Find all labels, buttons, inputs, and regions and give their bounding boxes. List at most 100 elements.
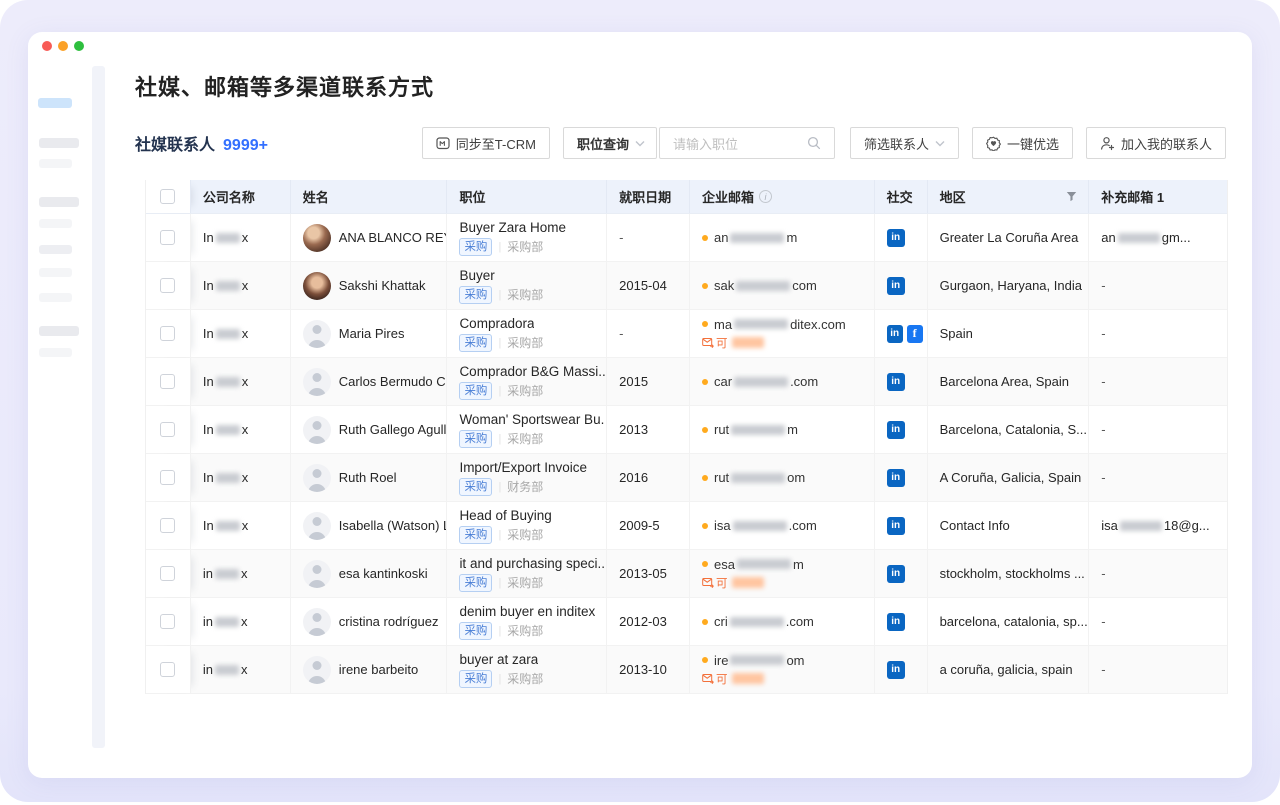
contacts-count-group: 社媒联系人 9999+ — [135, 131, 268, 155]
row-checkbox[interactable] — [160, 374, 175, 389]
social-cell: in — [875, 214, 928, 261]
contact-name: Ruth Roel — [339, 470, 397, 485]
position-cell: Compradora采购|采购部 — [447, 310, 607, 357]
redacted-text — [732, 673, 764, 684]
department-label: 采购部 — [507, 622, 543, 639]
add-to-my-contacts-button[interactable]: 加入我的联系人 — [1086, 127, 1226, 159]
extra-email-cell: - — [1089, 646, 1227, 693]
department-label: 采购部 — [507, 334, 543, 351]
maximize-window-icon[interactable] — [74, 41, 84, 51]
window-controls — [42, 41, 84, 51]
linkedin-icon[interactable]: in — [887, 229, 905, 247]
redacted-text — [731, 473, 785, 483]
email-status-dot — [702, 427, 708, 433]
contact-name: cristina rodríguez — [339, 614, 439, 629]
row-checkbox[interactable] — [160, 518, 175, 533]
company-cell: Inx — [191, 454, 291, 501]
redacted-text — [215, 569, 239, 579]
company-cell: Inx — [191, 502, 291, 549]
email-cell: esam可 — [690, 550, 875, 597]
linkedin-icon[interactable]: in — [887, 469, 905, 487]
email-cell: car.com — [690, 358, 875, 405]
table-row: inxcristina rodríguezdenim buyer en indi… — [146, 598, 1227, 646]
chevron-down-icon — [935, 140, 945, 147]
mail-send-icon — [702, 673, 714, 684]
position-cell: Woman' Sportswear Bu...采购|采购部 — [447, 406, 607, 453]
linkedin-icon[interactable]: in — [887, 277, 905, 295]
redacted-text — [1118, 233, 1160, 243]
sidebar-skeleton-bar — [39, 159, 72, 168]
avatar — [303, 368, 331, 396]
row-checkbox[interactable] — [160, 422, 175, 437]
filter-contacts-label: 筛选联系人 — [864, 134, 929, 153]
tag-separator: | — [498, 673, 501, 685]
social-cell: in — [875, 646, 928, 693]
sidebar-skeleton-bar — [39, 326, 79, 336]
select-all-checkbox[interactable] — [160, 189, 175, 204]
sync-crm-button[interactable]: 同步至T-CRM — [422, 127, 550, 159]
company-name: Inx — [203, 326, 248, 341]
minimize-window-icon[interactable] — [58, 41, 68, 51]
filter-contacts-button[interactable]: 筛选联系人 — [850, 127, 959, 159]
company-name: Inx — [203, 374, 248, 389]
linkedin-icon[interactable]: in — [887, 661, 905, 679]
email-status-dot — [702, 283, 708, 289]
social-cell: in — [875, 454, 928, 501]
table-row: InxRuth Gallego AgullóWoman' Sportswear … — [146, 406, 1227, 454]
filter-funnel-icon[interactable] — [1065, 190, 1078, 206]
sync-crm-label: 同步至T-CRM — [456, 134, 536, 153]
linkedin-icon[interactable]: in — [887, 565, 905, 583]
avatar — [303, 416, 331, 444]
select-all-cell — [146, 180, 191, 213]
category-tag: 采购 — [459, 526, 492, 544]
row-checkbox[interactable] — [160, 662, 175, 677]
header-position: 职位 — [447, 180, 607, 213]
company-cell: inx — [191, 550, 291, 597]
extra-email-cell: - — [1089, 550, 1227, 597]
redacted-text — [732, 337, 764, 348]
header-start-date: 就职日期 — [607, 180, 690, 213]
department-label: 财务部 — [507, 478, 543, 495]
position-title: it and purchasing speci... — [459, 556, 605, 571]
company-name: Inx — [203, 230, 248, 245]
position-search-input[interactable]: 请输入职位 — [659, 127, 835, 159]
department-label: 采购部 — [507, 286, 543, 303]
redacted-text — [216, 425, 240, 435]
info-icon[interactable]: i — [759, 190, 772, 203]
position-cell: buyer at zara采购|采购部 — [447, 646, 607, 693]
linkedin-icon[interactable]: in — [887, 325, 903, 343]
row-checkbox-cell — [146, 502, 191, 549]
redacted-text — [215, 665, 239, 675]
row-checkbox[interactable] — [160, 278, 175, 293]
email-cell: rutom — [690, 454, 875, 501]
linkedin-icon[interactable]: in — [887, 421, 905, 439]
social-cell: in — [875, 406, 928, 453]
linkedin-icon[interactable]: in — [887, 517, 905, 535]
linkedin-icon[interactable]: in — [887, 373, 905, 391]
tag-separator: | — [498, 337, 501, 349]
row-checkbox[interactable] — [160, 230, 175, 245]
row-checkbox[interactable] — [160, 566, 175, 581]
department-label: 采购部 — [507, 670, 543, 687]
header-company: 公司名称 — [191, 180, 291, 213]
email-address: rutom — [702, 470, 805, 485]
table-row: inxirene barbeitobuyer at zara采购|采购部2013… — [146, 646, 1227, 694]
facebook-icon[interactable]: f — [907, 325, 923, 343]
one-click-optimize-button[interactable]: 一键优选 — [972, 127, 1073, 159]
table-row: InxRuth RoelImport/Export Invoice采购|财务部2… — [146, 454, 1227, 502]
email-address: maditex.com — [702, 317, 846, 332]
reachable-label: 可 — [716, 335, 728, 351]
close-window-icon[interactable] — [42, 41, 52, 51]
row-checkbox[interactable] — [160, 614, 175, 629]
row-checkbox[interactable] — [160, 470, 175, 485]
start-date-cell: 2009-5 — [607, 502, 690, 549]
position-cell: it and purchasing speci... 采购|采购部 — [447, 550, 607, 597]
start-date-cell: - — [607, 310, 690, 357]
search-icon[interactable] — [807, 136, 821, 150]
linkedin-icon[interactable]: in — [887, 613, 905, 631]
position-query-select[interactable]: 职位查询 — [563, 127, 657, 159]
reachable-label: 可 — [716, 671, 728, 687]
start-date-cell: 2015 — [607, 358, 690, 405]
position-tags: 采购|采购部 — [459, 574, 543, 592]
row-checkbox[interactable] — [160, 326, 175, 341]
